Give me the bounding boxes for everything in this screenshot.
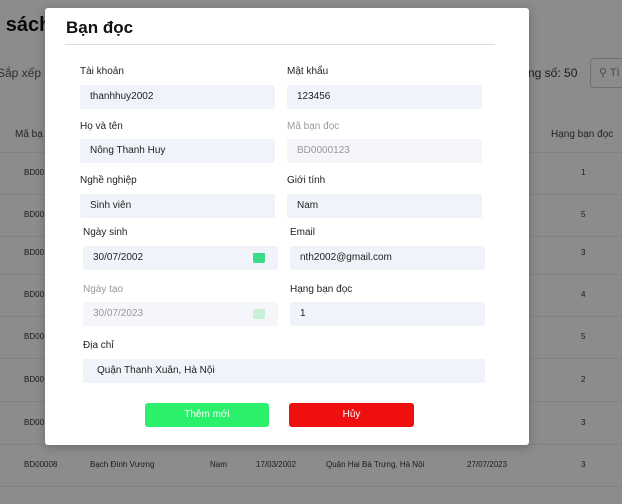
fullname-label: Họ và tên xyxy=(80,121,123,132)
birthdate-input[interactable]: 30/07/2002 xyxy=(83,246,278,270)
email-input[interactable]: nth2002@gmail.com xyxy=(290,246,485,270)
rank-label: Hạng bạn đọc xyxy=(290,284,353,295)
add-button[interactable]: Thêm mới xyxy=(145,403,269,427)
created-date-value: 30/07/2023 xyxy=(93,308,144,319)
occupation-label: Nghề nghiệp xyxy=(80,175,137,186)
address-input[interactable]: Quận Thanh Xuân, Hà Nội xyxy=(83,359,485,383)
gender-label: Giới tính xyxy=(287,175,326,186)
account-label: Tài khoản xyxy=(80,66,124,77)
cancel-button[interactable]: Hủy xyxy=(289,403,414,427)
reader-code-input: BD0000123 xyxy=(287,139,482,163)
account-input[interactable]: thanhhuy2002 xyxy=(80,85,275,109)
gender-input[interactable]: Nam xyxy=(287,194,482,218)
password-label: Mật khẩu xyxy=(287,66,329,77)
created-date-label: Ngày tạo xyxy=(83,284,124,295)
password-input[interactable]: 123456 xyxy=(287,85,482,109)
fullname-input[interactable]: Nông Thanh Huy xyxy=(80,139,275,163)
calendar-icon xyxy=(253,309,265,319)
created-date-input: 30/07/2023 xyxy=(83,302,278,326)
rank-input[interactable]: 1 xyxy=(290,302,485,326)
birthdate-value: 30/07/2002 xyxy=(93,252,144,263)
occupation-input[interactable]: Sinh viên xyxy=(80,194,275,218)
birthdate-label: Ngày sinh xyxy=(83,227,128,238)
address-label: Địa chỉ xyxy=(83,340,114,351)
divider xyxy=(65,44,495,45)
email-label: Email xyxy=(290,227,316,238)
modal-title: Bạn đọc xyxy=(66,18,134,37)
reader-modal: Bạn đọc Tài khoản thanhhuy2002 Mật khẩu … xyxy=(45,8,529,445)
reader-code-label: Mã bạn đọc xyxy=(287,121,340,132)
calendar-icon[interactable] xyxy=(253,253,265,263)
